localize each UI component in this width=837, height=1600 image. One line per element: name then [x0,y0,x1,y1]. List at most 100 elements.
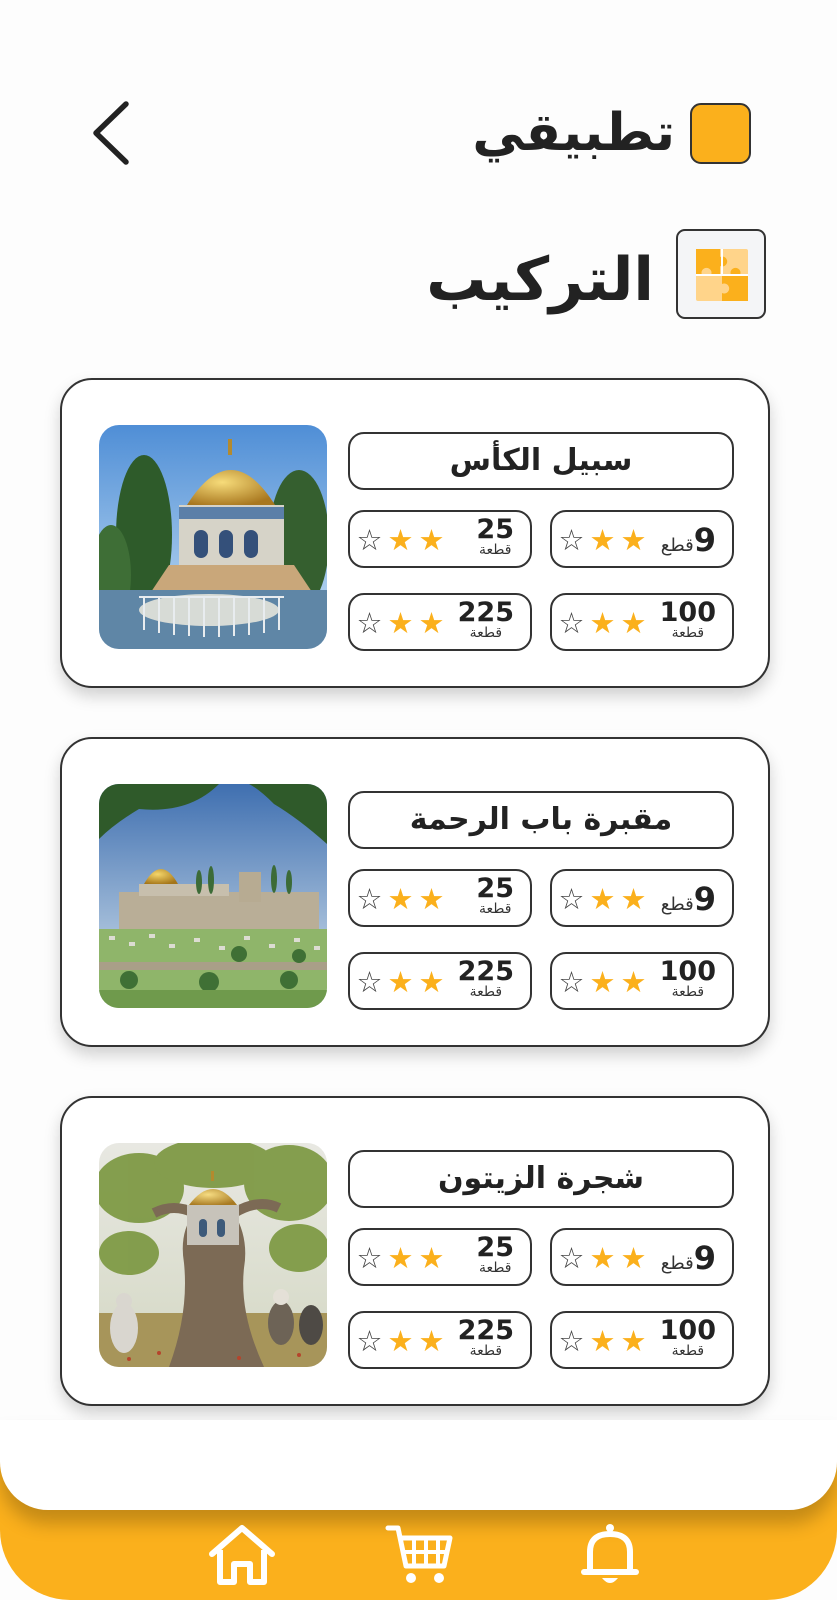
star-empty-icon: ☆ [356,882,383,916]
star-filled-icon: ★ [418,606,445,640]
piece-count: 225 [457,956,514,987]
star-empty-icon: ☆ [558,1324,585,1358]
piece-count: 25 [476,1232,514,1263]
piece-count: 100 [659,1315,716,1346]
piece-unit: قطعة [478,542,512,558]
star-filled-icon: ★ [387,1241,414,1275]
piece-count: 9 [693,1239,716,1277]
star-empty-icon: ☆ [558,965,585,999]
piece-unit: قطعة [469,984,503,1000]
cart-icon [385,1525,453,1583]
level-option[interactable]: 100 قطعة ☆ ★ ★ [550,1311,734,1369]
star-empty-icon: ☆ [356,606,383,640]
piece-count: 25 [476,514,514,545]
star-empty-icon: ☆ [356,1324,383,1358]
star-rating: ☆ ★ ★ [354,525,447,555]
section-title: التركيب [426,245,654,315]
star-empty-icon: ☆ [558,523,585,557]
nav-home-button[interactable] [206,1522,278,1588]
puzzle-section-badge [676,229,766,319]
piece-count: 100 [659,956,716,987]
star-filled-icon: ★ [620,1241,647,1275]
puzzle-title[interactable]: سبيل الكأس [348,432,734,490]
piece-count: 225 [457,1315,514,1346]
star-empty-icon: ☆ [558,606,585,640]
level-option[interactable]: 225 قطعة ☆ ★ ★ [348,593,532,651]
piece-unit: قطع [660,894,694,915]
level-option[interactable]: 225 قطعة ☆ ★ ★ [348,952,532,1010]
level-option[interactable]: 225 قطعة ☆ ★ ★ [348,1311,532,1369]
star-filled-icon: ★ [589,882,616,916]
chevron-left-icon [93,101,129,165]
star-filled-icon: ★ [620,523,647,557]
star-rating: ☆ ★ ★ [354,608,447,638]
puzzle-image[interactable] [99,1143,327,1367]
star-filled-icon: ★ [418,523,445,557]
level-option[interactable]: 9قطع ☆ ★ ★ [550,1228,734,1286]
bell-icon [581,1524,639,1583]
level-option[interactable]: 25 قطعة ☆ ★ ★ [348,1228,532,1286]
nav-notifications-button[interactable] [574,1522,646,1588]
star-empty-icon: ☆ [558,882,585,916]
star-filled-icon: ★ [418,1241,445,1275]
star-filled-icon: ★ [589,1324,616,1358]
piece-count: 9 [693,880,716,918]
star-rating: ☆ ★ ★ [556,608,649,638]
piece-unit: قطعة [469,625,503,641]
star-filled-icon: ★ [620,606,647,640]
piece-unit: قطعة [478,1260,512,1276]
star-empty-icon: ☆ [356,523,383,557]
piece-count: 225 [457,597,514,628]
piece-unit: قطع [660,535,694,556]
level-option[interactable]: 9قطع ☆ ★ ★ [550,510,734,568]
star-filled-icon: ★ [418,882,445,916]
puzzle-card[interactable]: سبيل الكأس 9قطع ☆ ★ ★ 25 قطعة ☆ ★ ★ 100 قطعة ☆… [60,378,770,688]
app-logo [690,103,751,164]
star-rating: ☆ ★ ★ [556,1243,649,1273]
piece-count: 9 [693,521,716,559]
star-rating: ☆ ★ ★ [354,1243,447,1273]
piece-unit: قطع [660,1253,694,1274]
piece-count: 100 [659,597,716,628]
star-filled-icon: ★ [418,965,445,999]
star-rating: ☆ ★ ★ [354,884,447,914]
piece-count: 25 [476,873,514,904]
level-option[interactable]: 25 قطعة ☆ ★ ★ [348,510,532,568]
puzzle-card[interactable]: شجرة الزيتون 9قطع ☆ ★ ★ 25 قطعة ☆ ★ ★ 100 قطعة… [60,1096,770,1406]
puzzle-title[interactable]: مقبرة باب الرحمة [348,791,734,849]
star-rating: ☆ ★ ★ [556,1326,649,1356]
content-bottom-edge [0,1420,837,1510]
star-filled-icon: ★ [387,965,414,999]
piece-unit: قطعة [671,984,705,1000]
star-rating: ☆ ★ ★ [556,884,649,914]
star-filled-icon: ★ [620,1324,647,1358]
star-filled-icon: ★ [589,1241,616,1275]
level-option[interactable]: 25 قطعة ☆ ★ ★ [348,869,532,927]
star-rating: ☆ ★ ★ [556,525,649,555]
home-icon [209,1525,275,1585]
star-filled-icon: ★ [589,606,616,640]
star-rating: ☆ ★ ★ [556,967,649,997]
back-button[interactable] [88,98,138,168]
puzzle-icon [696,249,748,301]
puzzle-image[interactable] [99,784,327,1008]
star-empty-icon: ☆ [356,965,383,999]
level-option[interactable]: 100 قطعة ☆ ★ ★ [550,593,734,651]
piece-unit: قطعة [671,1343,705,1359]
star-filled-icon: ★ [620,882,647,916]
star-filled-icon: ★ [387,882,414,916]
level-option[interactable]: 9قطع ☆ ★ ★ [550,869,734,927]
puzzle-title[interactable]: شجرة الزيتون [348,1150,734,1208]
puzzle-image[interactable] [99,425,327,649]
star-rating: ☆ ★ ★ [354,967,447,997]
star-filled-icon: ★ [387,523,414,557]
star-empty-icon: ☆ [558,1241,585,1275]
star-rating: ☆ ★ ★ [354,1326,447,1356]
piece-unit: قطعة [469,1343,503,1359]
app-header: تطبيقي التركيب [0,0,837,319]
puzzle-card[interactable]: مقبرة باب الرحمة 9قطع ☆ ★ ★ 25 قطعة ☆ ★ ★ 100… [60,737,770,1047]
star-filled-icon: ★ [418,1324,445,1358]
level-option[interactable]: 100 قطعة ☆ ★ ★ [550,952,734,1010]
star-filled-icon: ★ [620,965,647,999]
nav-cart-button[interactable] [384,1522,456,1588]
